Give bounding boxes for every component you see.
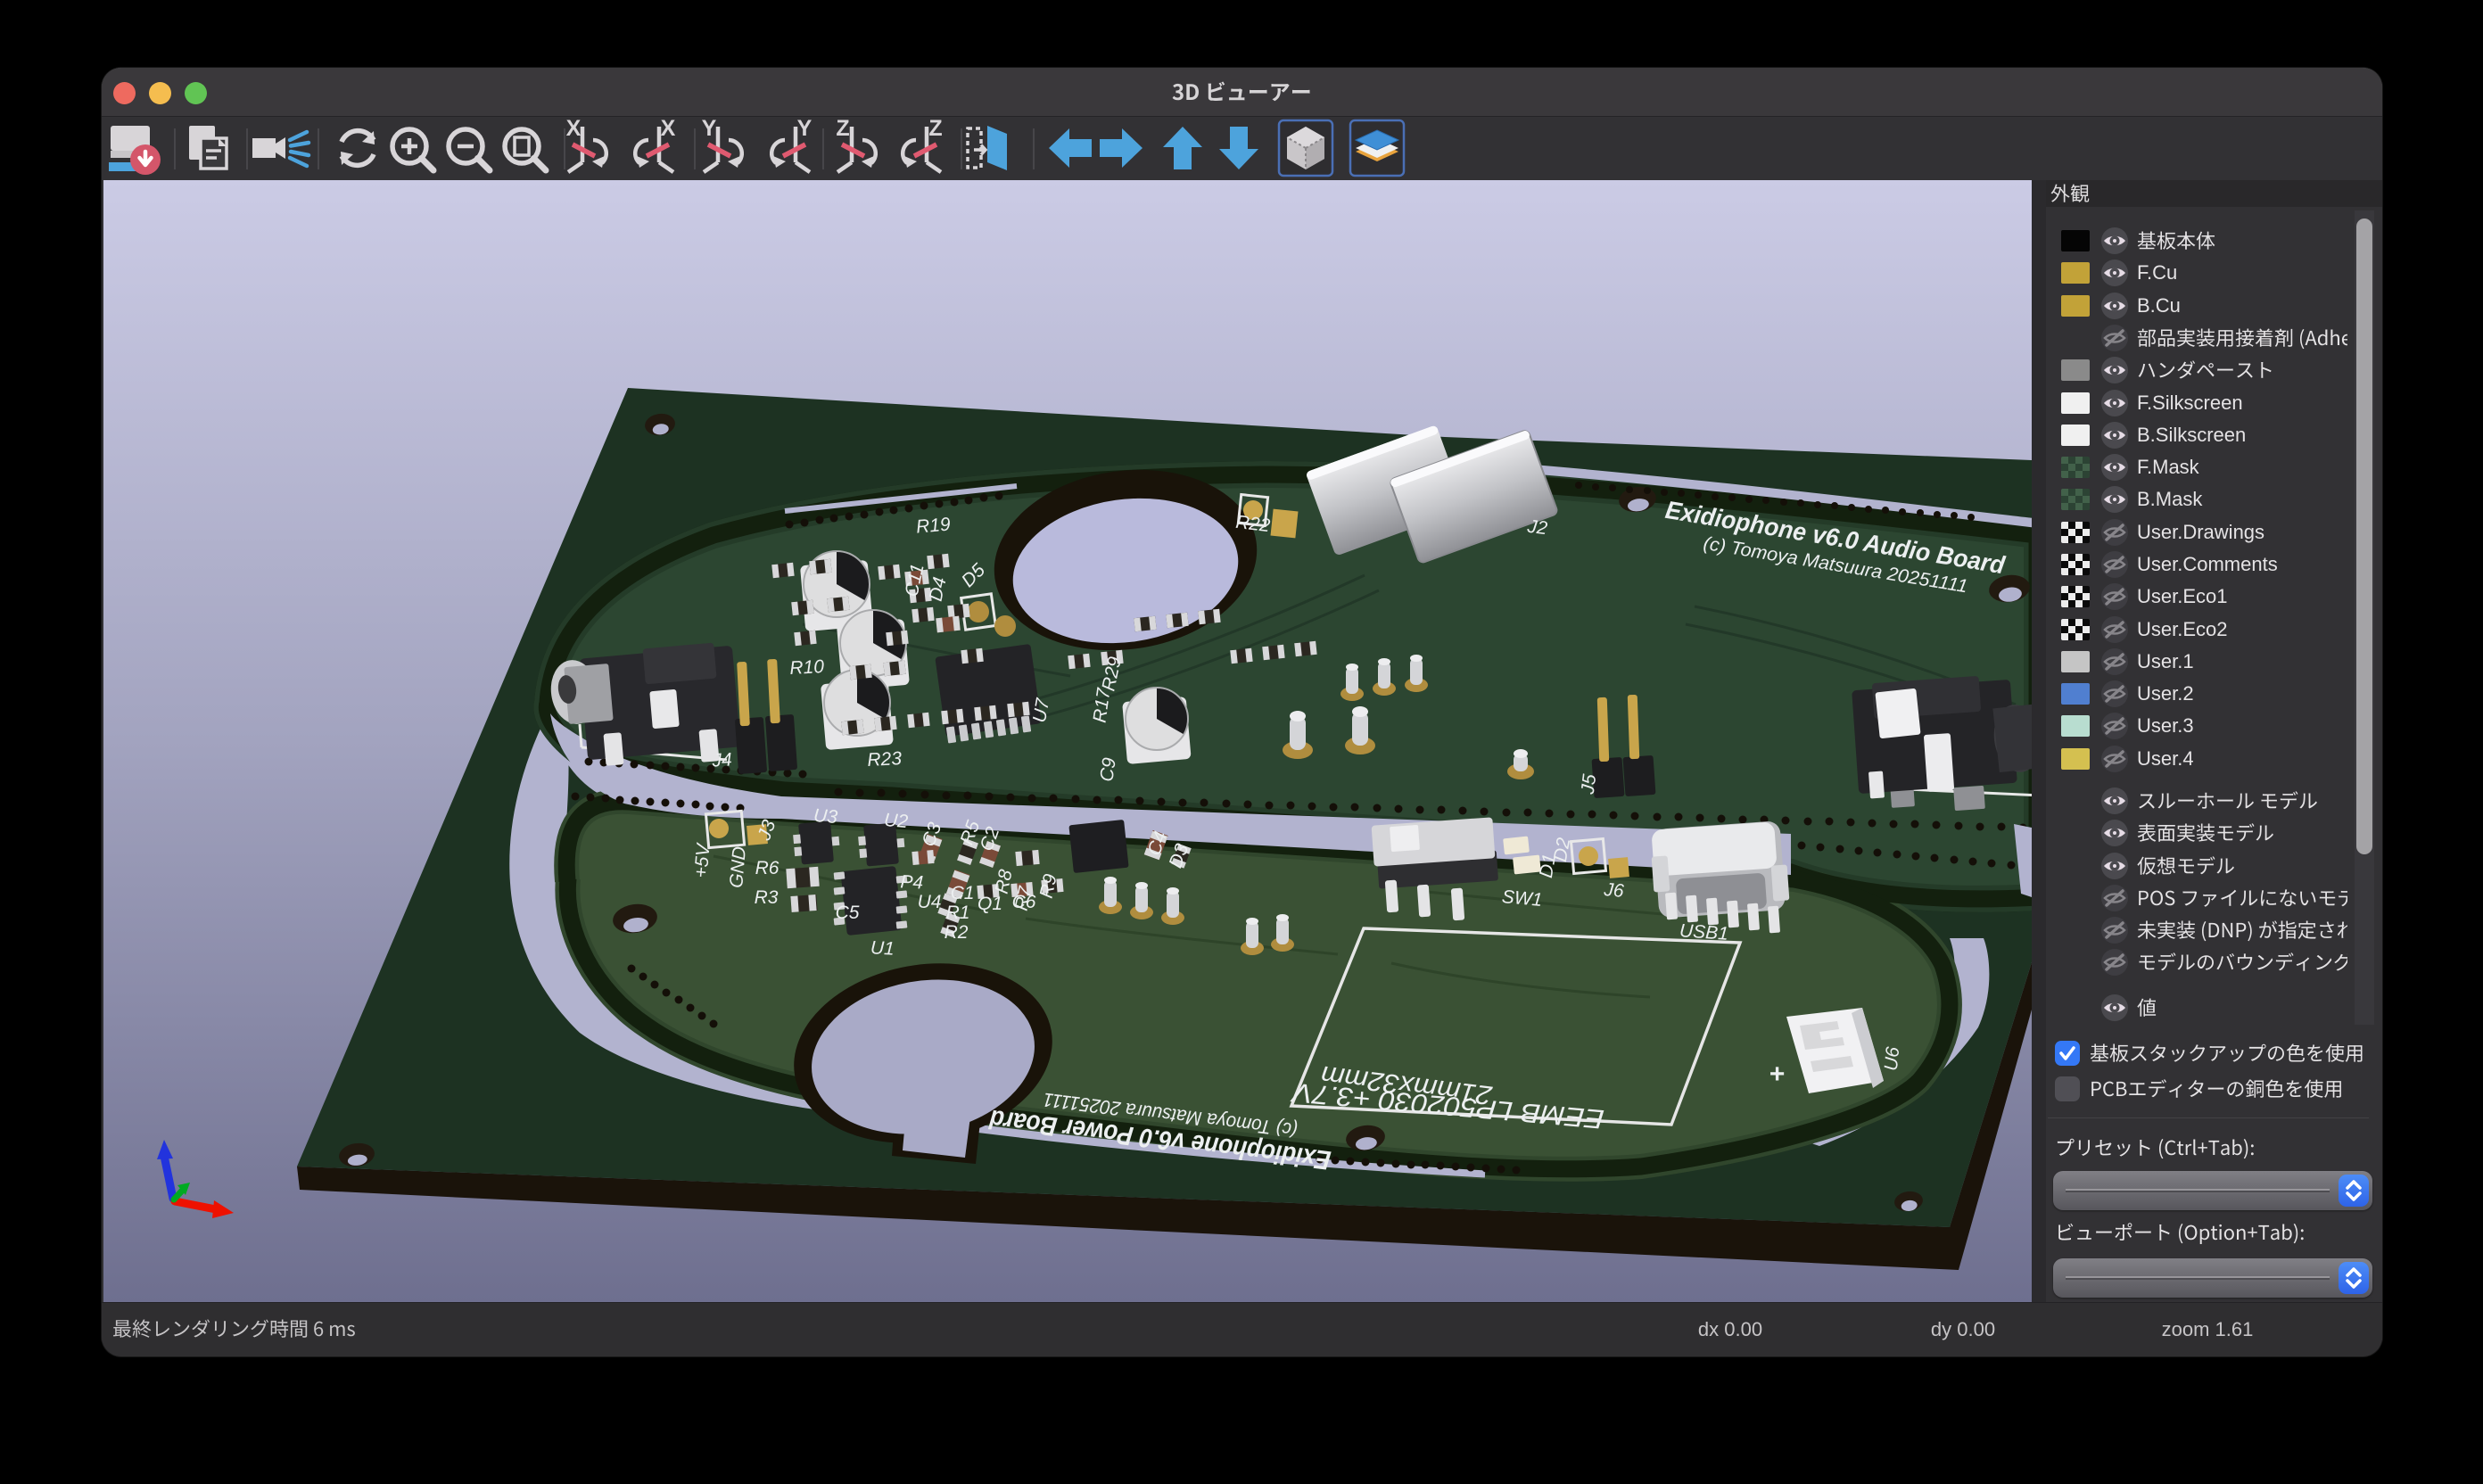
svg-text:+5V: +5V xyxy=(690,842,714,879)
svg-text:Y: Y xyxy=(702,118,717,141)
svg-text:X: X xyxy=(661,118,676,141)
svg-text:USB1: USB1 xyxy=(1679,920,1728,944)
svg-text:J5: J5 xyxy=(1578,772,1601,796)
svg-text:R10: R10 xyxy=(789,656,825,679)
svg-text:U1: U1 xyxy=(870,937,895,959)
svg-text:R22: R22 xyxy=(1234,512,1271,537)
svg-text:C9: C9 xyxy=(1096,756,1120,783)
svg-text:Z: Z xyxy=(928,118,942,141)
svg-text:GND: GND xyxy=(726,845,750,888)
svg-text:R19: R19 xyxy=(915,514,952,537)
svg-text:R1: R1 xyxy=(946,903,970,923)
svg-text:R2: R2 xyxy=(945,922,969,943)
svg-text:D2: D2 xyxy=(1550,836,1574,863)
svg-text:P4: P4 xyxy=(900,871,924,893)
svg-text:U4: U4 xyxy=(918,892,942,912)
svg-text:C5: C5 xyxy=(836,903,860,923)
svg-text:Y: Y xyxy=(797,118,813,141)
svg-text:J2: J2 xyxy=(1525,516,1548,540)
svg-text:R3: R3 xyxy=(755,887,779,908)
svg-text:J6: J6 xyxy=(1603,879,1625,902)
svg-text:U7: U7 xyxy=(1029,696,1054,724)
svg-text:R6: R6 xyxy=(755,858,780,878)
svg-text:+: + xyxy=(1769,1059,1785,1089)
svg-text:U2: U2 xyxy=(883,810,909,832)
svg-text:C1: C1 xyxy=(951,883,975,903)
svg-text:U6: U6 xyxy=(1881,1045,1904,1071)
svg-text:X: X xyxy=(566,118,582,141)
svg-text:Q1: Q1 xyxy=(978,894,1002,914)
svg-text:J4: J4 xyxy=(711,749,732,771)
svg-text:Z: Z xyxy=(836,118,849,141)
svg-text:R23: R23 xyxy=(867,748,903,771)
svg-text:SW1: SW1 xyxy=(1501,886,1543,911)
svg-text:U3: U3 xyxy=(813,805,838,828)
